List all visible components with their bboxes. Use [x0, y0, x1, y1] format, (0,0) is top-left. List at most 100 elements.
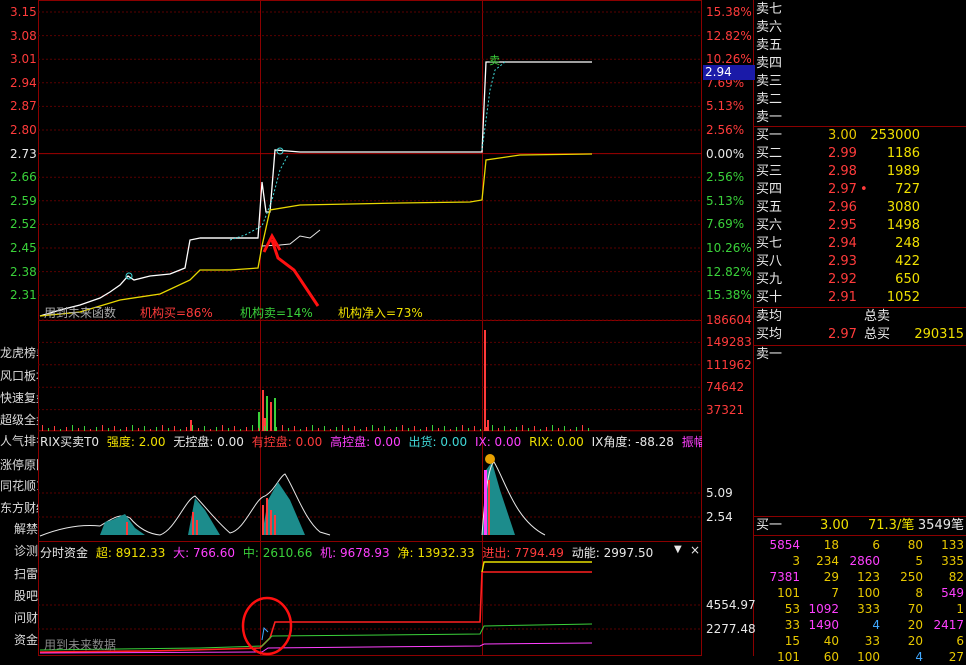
buy-order-row[interactable]: 买四 2.97 • 727: [756, 181, 966, 199]
legend-prefix: 用到未来函数: [44, 306, 117, 320]
volume-bar-small: [462, 425, 463, 431]
sell-order-row: 卖四: [756, 55, 966, 73]
volume-bar-small: [102, 425, 103, 431]
buy-order-volume: 3080: [886, 200, 920, 215]
volume-bar-small: [234, 426, 235, 431]
buy-order-price: 2.95: [828, 218, 857, 233]
volume-bar-small: [144, 426, 145, 431]
volume-bar-small: [126, 427, 127, 431]
fund-title: 分时资金: [40, 546, 89, 560]
buy-order-row[interactable]: 买一 3.00 253000: [756, 127, 966, 145]
pct-tick-label: 15.38%: [706, 5, 752, 19]
fund-green-line: [39, 623, 593, 651]
queue-cell: 15: [784, 634, 800, 648]
legend-inst-buy: 机构买=86%: [140, 306, 213, 320]
fund-power: 动能: 2997.50: [571, 546, 654, 560]
volume-bar-small: [492, 425, 493, 431]
rix-bar: [270, 510, 272, 535]
rix-bar-magenta: [484, 470, 487, 535]
volume-bar-small: [576, 427, 577, 431]
queue-cell: 100: [857, 650, 880, 664]
price-tick-label: 2.38: [10, 264, 37, 279]
volume-bar-small: [588, 428, 589, 431]
fund-close-icon[interactable]: ×: [690, 543, 700, 557]
price-tick-label: 2.45: [10, 241, 37, 255]
rix-ix: IX: 0.00: [474, 435, 522, 449]
rix-out: 出货: 0.00: [408, 435, 468, 449]
volume-bar-small: [336, 427, 337, 431]
sell-order-row: 卖二: [756, 91, 966, 109]
pct-tick-label: 5.13%: [706, 193, 745, 208]
volume-bar-small: [360, 429, 361, 431]
buy-order-price: 2.97: [828, 182, 857, 197]
volume-bar-small: [192, 425, 193, 431]
volume-bar-small: [60, 429, 61, 431]
buy-order-row[interactable]: 买五 2.96 3080: [756, 199, 966, 217]
buy-order-volume: 650: [895, 272, 920, 287]
queue-header: 买一 3.00 71.3/笔 3549笔: [756, 517, 966, 535]
queue-cell: 70: [907, 602, 923, 616]
volume-bar-small: [78, 428, 79, 431]
red-circle-annotation: [241, 596, 293, 656]
volume-bar-small: [456, 427, 457, 431]
pct-tick-label: 7.69%: [706, 217, 745, 232]
volume-bar-small: [216, 427, 217, 431]
queue-cell: 20: [907, 634, 923, 648]
queue-cell: 7: [831, 586, 839, 600]
rix-angle: IX角度: -88.28: [591, 435, 674, 449]
volume-bar-small: [264, 426, 265, 431]
sell-order-label: 卖七: [756, 2, 783, 17]
pct-tick-label: 2.56%: [706, 170, 745, 185]
sell-order-row: 卖六: [756, 19, 966, 37]
volume-bar-small: [246, 427, 247, 431]
queue-header-count: 3549笔: [917, 518, 964, 533]
buy-order-label: 买一: [756, 128, 783, 143]
buy-order-row[interactable]: 买二 2.99 1186: [756, 145, 966, 163]
queue-cell: 5: [915, 554, 923, 568]
current-price-marker: 2.94: [703, 65, 755, 80]
buy-order-row[interactable]: 买三 2.98 1989: [756, 163, 966, 181]
queue-cell: 101: [777, 586, 800, 600]
volume-bar-small: [282, 425, 283, 431]
rix-bar: [192, 512, 194, 535]
avg-price-line: [39, 153, 593, 317]
queue-cell: 8: [915, 586, 923, 600]
rix-tick-label: 5.09: [706, 486, 733, 500]
volume-bar-small: [342, 425, 343, 431]
rix-strength: 强度: 2.00: [106, 435, 166, 449]
volume-bar-small: [66, 427, 67, 431]
volume-bar-small: [444, 426, 445, 431]
sell-order-label: 卖六: [756, 20, 783, 35]
volume-tick-label: 111962: [706, 357, 752, 372]
volume-bar-small: [132, 425, 133, 431]
volume-bar-small: [288, 428, 289, 431]
sell-order-row: 卖五: [756, 37, 966, 55]
rix-legend: RIX买卖T0 强度: 2.00 无控盘: 0.00 有控盘: 0.00 高控盘…: [40, 433, 702, 449]
rix-rix: RIX: 0.00: [529, 435, 584, 449]
pct-tick-label: 10.26%: [706, 241, 752, 255]
fund-inout: 进出: 7794.49: [482, 546, 564, 560]
buy-order-row[interactable]: 买六 2.95 1498: [756, 217, 966, 235]
volume-tick-label: 74642: [706, 380, 745, 395]
buy-order-price: 2.94: [828, 236, 857, 251]
volume-bar-small: [48, 428, 49, 431]
buy-order-row[interactable]: 买十 2.91 1052: [756, 289, 966, 307]
queue-cell: 20: [907, 618, 923, 632]
buy-order-price: 3.00: [828, 128, 857, 143]
volume-bar-small: [516, 427, 517, 431]
rix-high-ctrl: 高控盘: 0.00: [330, 435, 401, 449]
legend-inst-net: 机构净入=73%: [338, 306, 423, 320]
total-buy-label: 总买: [864, 327, 891, 342]
volume-bar-small: [54, 426, 55, 431]
avg-sell-row: 卖均 总卖: [756, 308, 966, 326]
pct-tick-label: 5.13%: [706, 99, 745, 114]
buy-order-label: 买六: [756, 218, 783, 233]
fund-super: 超: 8912.33: [95, 546, 166, 560]
buy-order-row[interactable]: 买七 2.94 248: [756, 235, 966, 253]
volume-bar: [262, 390, 264, 431]
buy-order-row[interactable]: 买八 2.93 422: [756, 253, 966, 271]
queue-cell: 3: [792, 554, 800, 568]
buy-order-row[interactable]: 买九 2.92 650: [756, 271, 966, 289]
fund-dropdown-icon[interactable]: ▼: [674, 544, 682, 555]
sell-order-row: 卖三: [756, 73, 966, 91]
